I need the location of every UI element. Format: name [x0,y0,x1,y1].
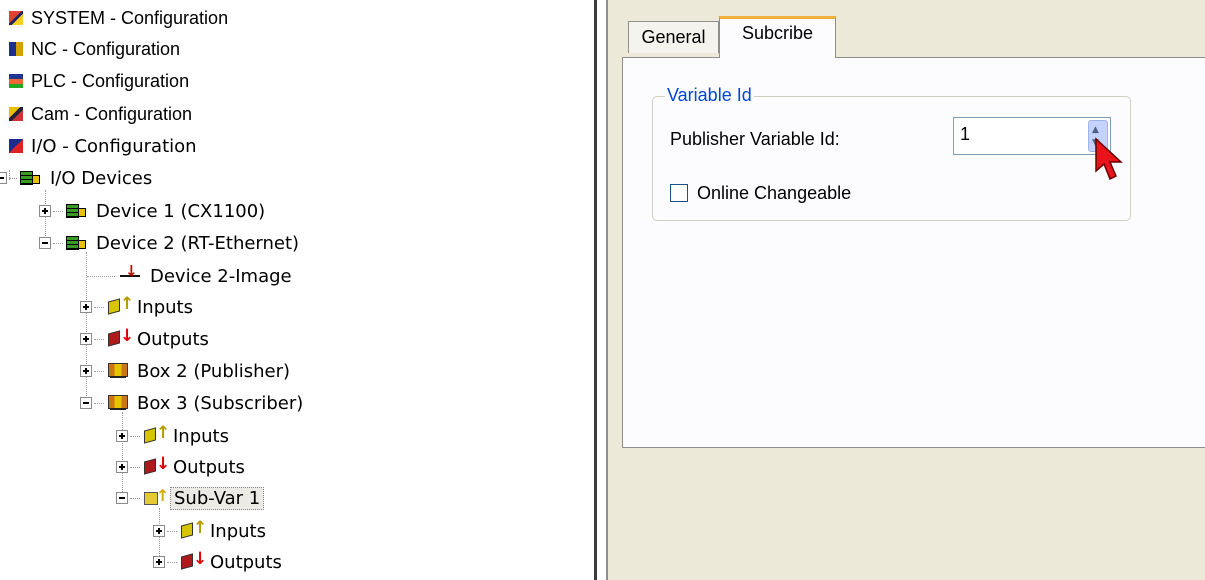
tree-item-outputs[interactable]: Outputs [80,324,212,354]
tree-item-label: Device 2-Image [150,265,292,287]
cam-config-icon [9,107,23,121]
tree-item-label: I/O - Configuration [31,135,197,157]
tree-connector [94,306,104,308]
tree-item-box-3[interactable]: Box 3 (Subscriber) [80,388,306,418]
tree-item-label: Device 1 (CX1100) [96,200,266,222]
tree-item-label: NC - Configuration [31,38,181,59]
collapse-icon[interactable] [116,492,128,504]
box-icon [107,361,129,381]
tree-connector [87,275,115,277]
tree-item-plc-configuration[interactable]: PLC - Configuration [6,66,192,96]
tree-connector [9,177,17,179]
tree-item-label: Device 2 (RT-Ethernet) [96,232,300,254]
expand-icon[interactable] [116,461,128,473]
tree-item-label: PLC - Configuration [31,70,190,91]
inputs-icon [143,423,170,446]
plc-config-icon [9,74,23,88]
spinner-value[interactable]: 1 [960,124,970,145]
tree-item-label: Outputs [137,328,209,350]
tree-item-label: Sub-Var 1 [170,486,265,510]
io-config-icon [9,139,23,153]
tree-item-inputs[interactable]: Inputs [80,292,196,322]
device-icon [66,234,88,252]
tree-connector [167,561,177,563]
tree-item-nc-configuration[interactable]: NC - Configuration [6,34,183,64]
outputs-icon [180,549,207,572]
mouse-cursor-icon [1095,137,1123,181]
tree-item-inputs[interactable]: Inputs [116,421,232,451]
tree-item-inputs[interactable]: Inputs [153,516,269,546]
tree-item-device-2[interactable]: Device 2 (RT-Ethernet) [39,228,302,258]
tree-item-label: Cam - Configuration [31,103,193,124]
process-image-icon [118,262,142,286]
collapse-icon[interactable] [80,397,92,409]
tree-item-cam-configuration[interactable]: Cam - Configuration [6,99,195,129]
tab-subcribe[interactable]: Subcribe [719,16,836,58]
expand-icon[interactable] [39,205,51,217]
tree-item-outputs[interactable]: Outputs [153,547,285,577]
sub-var-icon [143,486,169,508]
tree-item-label: Inputs [210,520,266,542]
tree-item-label: Outputs [173,456,245,478]
box-icon [107,393,129,413]
nc-config-icon [9,42,23,56]
tree-item-label: Box 3 (Subscriber) [137,392,304,414]
tree-connector [53,210,63,212]
publisher-variable-id-spinner[interactable]: 1 ▲ ▼ [953,117,1111,155]
collapse-icon[interactable] [0,172,7,184]
inputs-icon [107,294,134,317]
expand-icon[interactable] [80,365,92,377]
online-changeable-checkbox[interactable] [670,184,688,202]
inputs-icon [180,518,207,541]
tree-item-label: Inputs [173,425,229,447]
tree-item-system-configuration[interactable]: SYSTEM - Configuration [6,3,231,33]
tree-item-box-2[interactable]: Box 2 (Publisher) [80,356,293,386]
device-icon [66,202,88,220]
tree-item-io-devices[interactable]: I/O Devices [0,163,155,193]
online-changeable-label: Online Changeable [697,183,852,203]
tab-label: General [641,27,706,47]
group-title: Variable Id [665,85,754,106]
tree-item-device-1[interactable]: Device 1 (CX1100) [39,196,268,226]
io-devices-icon [20,169,42,187]
tree-connector [53,242,63,244]
system-config-icon [9,11,23,25]
spin-up-icon[interactable]: ▲ [1092,125,1099,135]
tree-item-sub-var-1[interactable]: Sub-Var 1 [116,483,265,513]
tree-item-outputs[interactable]: Outputs [116,452,248,482]
tree-item-label: Inputs [137,296,193,318]
tree-connector [130,435,140,437]
collapse-icon[interactable] [39,237,51,249]
tree-connector [167,530,177,532]
expand-icon[interactable] [153,525,165,537]
pane-splitter[interactable] [594,0,597,580]
tree-item-device-2-image[interactable]: Device 2-Image [87,261,295,291]
expand-icon[interactable] [80,333,92,345]
tree-item-io-configuration[interactable]: I/O - Configuration [6,131,200,161]
expand-icon[interactable] [116,430,128,442]
tree-connector [94,402,104,404]
outputs-icon [143,454,170,477]
outputs-icon [107,326,134,349]
tab-label: Subcribe [741,23,814,43]
tree-connector [130,497,140,499]
expand-icon[interactable] [80,301,92,313]
tree-item-label: I/O Devices [50,167,153,189]
expand-icon[interactable] [153,556,165,568]
tree-item-label: SYSTEM - Configuration [31,7,229,28]
tree-connector [94,338,104,340]
tab-general[interactable]: General [628,21,719,53]
publisher-variable-id-label: Publisher Variable Id: [670,129,840,149]
tree-item-label: Outputs [210,551,282,573]
solution-tree: SYSTEM - Configuration NC - Configuratio… [0,0,580,580]
tree-connector [94,370,104,372]
tree-item-label: Box 2 (Publisher) [137,360,291,382]
tree-connector [130,466,140,468]
